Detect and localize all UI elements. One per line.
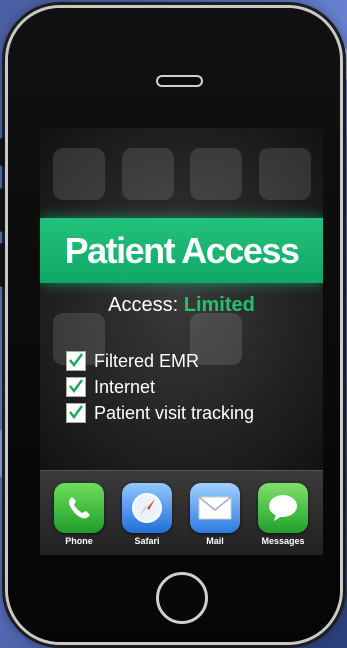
dock-app-phone[interactable]: Phone xyxy=(52,483,106,546)
feature-item: Internet xyxy=(66,374,254,400)
checkbox-checked-icon[interactable] xyxy=(66,377,86,397)
phone-screen: Patient Access Access: Limited Filtered … xyxy=(40,128,323,470)
dock-label: Messages xyxy=(261,536,305,546)
mail-icon[interactable] xyxy=(190,483,240,533)
volume-up-button[interactable] xyxy=(0,188,5,232)
access-label: Access: xyxy=(108,294,179,316)
safari-icon[interactable] xyxy=(122,483,172,533)
checkbox-checked-icon[interactable] xyxy=(66,351,86,371)
volume-down-button[interactable] xyxy=(0,243,5,287)
feature-label: Patient visit tracking xyxy=(94,402,255,423)
app-tile[interactable] xyxy=(259,148,311,200)
earpiece-speaker xyxy=(156,75,203,87)
feature-label: Filtered EMR xyxy=(94,350,200,371)
dock-label: Mail xyxy=(206,536,224,546)
dock-app-messages[interactable]: Messages xyxy=(256,483,310,546)
patient-access-banner: Patient Access xyxy=(40,218,323,283)
app-tile[interactable] xyxy=(122,148,174,200)
checkbox-checked-icon[interactable] xyxy=(66,403,86,423)
access-value: Limited xyxy=(183,294,255,316)
dock-app-safari[interactable]: Safari xyxy=(120,483,174,546)
app-tile[interactable] xyxy=(53,148,105,200)
messages-icon[interactable] xyxy=(258,483,308,533)
feature-item: Filtered EMR xyxy=(66,348,254,374)
dock-label: Safari xyxy=(134,536,160,546)
feature-item: Patient visit tracking xyxy=(66,400,254,426)
access-status: Access: Limited xyxy=(40,294,323,317)
dock-label: Phone xyxy=(65,536,93,546)
mute-switch[interactable] xyxy=(0,138,5,166)
app-tile[interactable] xyxy=(190,148,242,200)
feature-label: Internet xyxy=(94,376,156,397)
app-dock: Phone Safari Mail Messages xyxy=(40,470,323,555)
dock-app-mail[interactable]: Mail xyxy=(188,483,242,546)
home-button[interactable] xyxy=(156,572,208,624)
feature-list: Filtered EMR Internet Patient visit trac… xyxy=(66,348,254,426)
phone-icon[interactable] xyxy=(54,483,104,533)
